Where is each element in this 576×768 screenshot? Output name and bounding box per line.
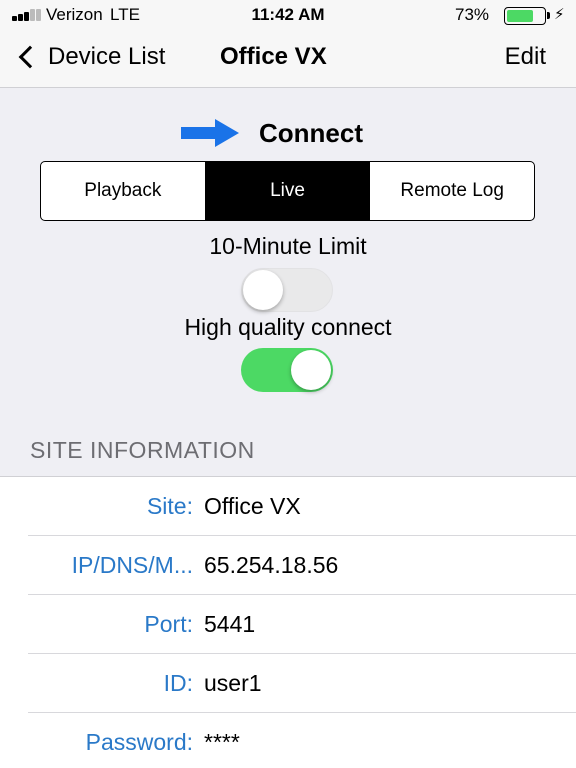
row-key: Password:: [85, 729, 193, 755]
battery-percent: 73%: [455, 5, 490, 24]
tab-remote-log[interactable]: Remote Log: [369, 162, 534, 220]
chevron-left-icon: [18, 45, 42, 69]
back-button-label: Device List: [48, 43, 166, 70]
battery-icon: [504, 7, 550, 25]
row-value: user1: [204, 670, 262, 696]
row-key: ID:: [163, 670, 193, 696]
row-key: IP/DNS/M...: [71, 552, 193, 578]
arrow-right-icon: [181, 119, 239, 147]
site-info-table: Site: Office VX IP/DNS/M... 65.254.18.56…: [0, 476, 576, 768]
table-row[interactable]: Site: Office VX: [0, 477, 576, 536]
bolt-icon: ⚡: [554, 6, 565, 23]
row-key: Site:: [146, 493, 193, 519]
navigation-bar: Device List Office VX Edit: [0, 34, 576, 80]
status-bar: Verizon LTE 11:42 AM 73% ⚡: [0, 0, 576, 30]
tab-remote-log-label: Remote Log: [400, 180, 504, 201]
back-button[interactable]: Device List: [14, 40, 165, 74]
clock: 11:42 AM: [251, 5, 325, 24]
toggle-knob: [291, 350, 331, 390]
limit-label: 10-Minute Limit: [209, 233, 367, 259]
hq-toggle[interactable]: [241, 348, 333, 392]
limit-toggle[interactable]: [241, 268, 333, 312]
section-header: SITE INFORMATION: [30, 437, 255, 463]
row-key: Port:: [144, 611, 193, 637]
page-title: Office VX: [220, 43, 327, 70]
top-bar: Verizon LTE 11:42 AM 73% ⚡ Device List O…: [0, 0, 576, 88]
mode-segmented-control: Playback Live Remote Log: [40, 161, 535, 221]
toggle-knob: [243, 270, 283, 310]
row-value: 65.254.18.56: [204, 552, 339, 578]
table-row[interactable]: IP/DNS/M... 65.254.18.56: [0, 536, 576, 595]
table-row[interactable]: Port: 5441: [0, 595, 576, 654]
table-row[interactable]: Password: ****: [0, 713, 576, 768]
tab-playback-label: Playback: [84, 180, 162, 201]
connect-label: Connect: [259, 118, 363, 148]
connect-button[interactable]: Connect: [0, 112, 576, 154]
hq-label: High quality connect: [184, 314, 392, 340]
edit-button[interactable]: Edit: [505, 43, 546, 71]
row-value: 5441: [204, 611, 256, 637]
tab-live[interactable]: Live: [204, 162, 370, 220]
table-row[interactable]: ID: user1: [0, 654, 576, 713]
tab-playback[interactable]: Playback: [41, 162, 205, 220]
row-value: Office VX: [204, 493, 301, 519]
row-value: ****: [204, 729, 240, 755]
tab-live-label: Live: [270, 180, 305, 201]
